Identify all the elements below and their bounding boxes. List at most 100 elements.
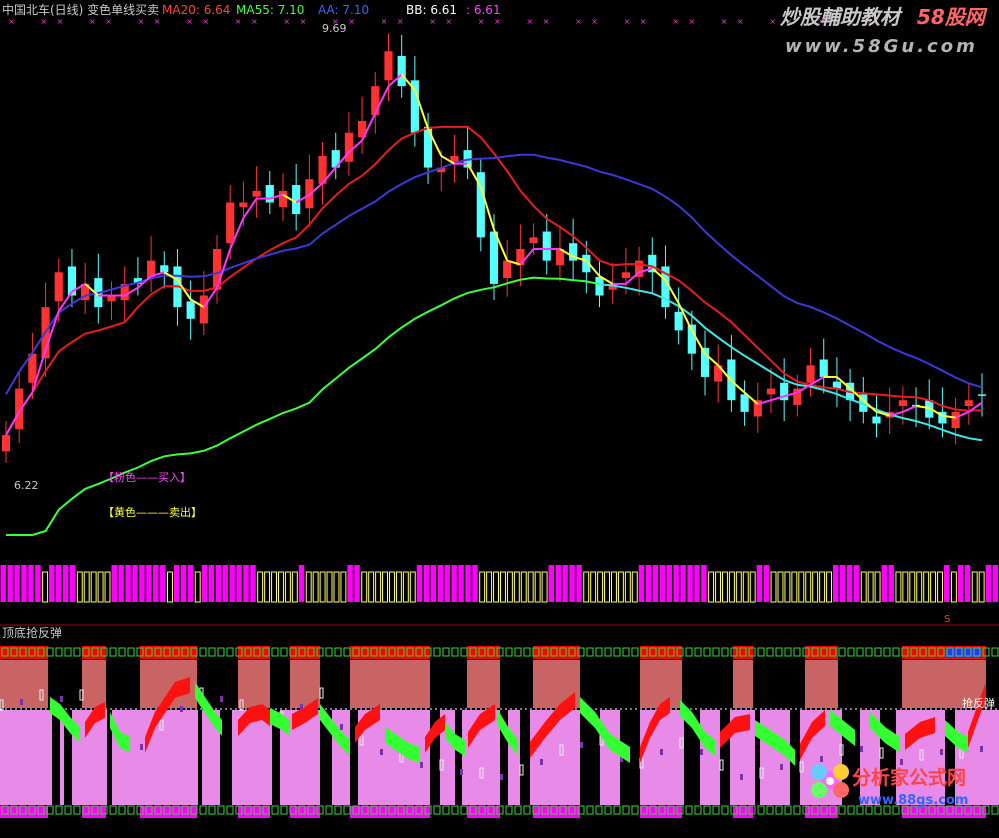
- watermark-bottom-url: www.88gs.com: [858, 793, 968, 808]
- purple-candle-marker: [660, 749, 663, 755]
- marker-x: ×: [721, 17, 728, 26]
- marker-x: ×: [348, 17, 355, 26]
- signal-bar-pink: [555, 565, 561, 602]
- marker-x: ×: [251, 17, 258, 26]
- candle-up: [212, 249, 222, 290]
- candle-up: [239, 202, 248, 208]
- marker-x: ×: [300, 17, 307, 26]
- signal-bar-pink: [985, 565, 992, 602]
- signal-bar-pink: [347, 565, 353, 602]
- purple-candle-marker: [820, 756, 823, 762]
- low-price-label: 6.22: [14, 479, 39, 492]
- purple-candle-marker: [420, 762, 423, 768]
- purple-candle-marker: [540, 759, 543, 765]
- marker-x: ×: [478, 17, 485, 26]
- candle-up: [384, 51, 393, 81]
- lower-panel-title: 顶底抢反弹: [2, 625, 62, 640]
- purple-candle-marker: [780, 764, 783, 770]
- signal-bar-pink: [444, 565, 450, 602]
- signal-bar-pink: [173, 565, 180, 602]
- candle-up: [621, 272, 630, 279]
- marker-x: ×: [445, 17, 452, 26]
- signal-bar-pink: [21, 565, 27, 602]
- signal-bar-pink: [638, 565, 645, 602]
- candle-up: [226, 202, 235, 244]
- watermark-top-url: www.58Gu.com: [785, 36, 978, 57]
- signal-bar-pink: [437, 565, 443, 602]
- signal-bar-pink: [298, 565, 305, 602]
- candle-down: [186, 301, 195, 319]
- purple-candle-marker: [700, 749, 703, 755]
- signal-bar-pink: [645, 565, 652, 602]
- ma20-label: MA20: 6.64: [162, 3, 230, 17]
- marker-x: ×: [737, 17, 744, 26]
- signal-bar-pink: [680, 565, 686, 602]
- candle-up: [371, 86, 380, 116]
- signal-bar-pink: [153, 565, 159, 602]
- signal-bar-pink: [62, 565, 69, 602]
- marker-x: ×: [526, 17, 533, 26]
- high-price-label: 9.69: [322, 22, 347, 35]
- signal-bar-pink: [465, 565, 471, 602]
- candle-up: [278, 190, 288, 208]
- signal-bar-pink: [35, 565, 41, 602]
- purple-candle-marker: [180, 706, 183, 712]
- purple-candle-marker: [340, 724, 343, 730]
- signal-bar-pink: [569, 565, 575, 602]
- signal-bar-pink: [187, 565, 194, 602]
- signal-bar-pink: [881, 565, 887, 602]
- candle-down: [740, 394, 749, 412]
- marker-x: ×: [89, 17, 96, 26]
- signal-bar-pink: [846, 565, 853, 602]
- candle-up: [898, 400, 907, 407]
- upper-band-dull: [733, 660, 753, 708]
- candle-down: [489, 231, 499, 284]
- signal-bar-pink: [56, 565, 62, 602]
- signal-bar-pink: [416, 565, 423, 602]
- signal-bar-pink: [548, 565, 554, 602]
- signal-bar-pink: [944, 565, 950, 602]
- purple-candle-marker: [940, 749, 943, 755]
- purple-candle-marker: [740, 774, 743, 780]
- candle-down: [595, 276, 604, 296]
- signal-bar-pink: [28, 565, 34, 602]
- signal-bar-pink: [201, 565, 208, 602]
- bottom-band-pink: [640, 806, 682, 818]
- signal-bar-pink: [562, 565, 568, 602]
- bottom-band-pink: [467, 806, 500, 818]
- signal-bar-pink: [111, 565, 117, 602]
- purple-candle-marker: [860, 746, 863, 752]
- chart-title: 中国北车(日线) 变色单线买卖: [2, 2, 159, 17]
- watermark-bottom-brand: 分析家公式网: [852, 766, 966, 789]
- marker-x: ×: [381, 17, 388, 26]
- marker-x: ×: [591, 17, 598, 26]
- signal-bar-pink: [49, 565, 55, 602]
- signal-bar-pink: [694, 565, 700, 602]
- signal-bar-pink: [139, 565, 145, 602]
- purple-candle-marker: [900, 759, 903, 765]
- candle-up: [503, 260, 512, 279]
- candle-down: [265, 185, 274, 203]
- signal-bar-pink: [673, 565, 679, 602]
- signal-bar-pink: [146, 565, 152, 602]
- watermark-top-text: 炒股輔助教材: [780, 5, 903, 29]
- candle-up: [199, 295, 208, 324]
- signal-bar-pink: [839, 565, 846, 602]
- upper-band-dull: [467, 660, 500, 708]
- signal-bar-pink: [652, 565, 659, 602]
- marker-x: ×: [624, 17, 631, 26]
- candle-up: [766, 388, 776, 395]
- signal-bar-pink: [964, 565, 971, 602]
- candle-down: [160, 265, 169, 273]
- signal-bar-pink: [458, 565, 464, 602]
- signal-bar-pink: [472, 565, 478, 602]
- candle-up: [252, 190, 261, 197]
- signal-bar-pink: [756, 565, 763, 602]
- candle-up: [1, 435, 11, 452]
- candle-up: [964, 400, 973, 407]
- signal-bar-pink: [853, 565, 860, 602]
- signal-bar-pink: [243, 565, 249, 602]
- marker-x: ×: [138, 17, 145, 26]
- signal-bar-pink: [14, 565, 20, 602]
- purple-candle-marker: [380, 749, 383, 755]
